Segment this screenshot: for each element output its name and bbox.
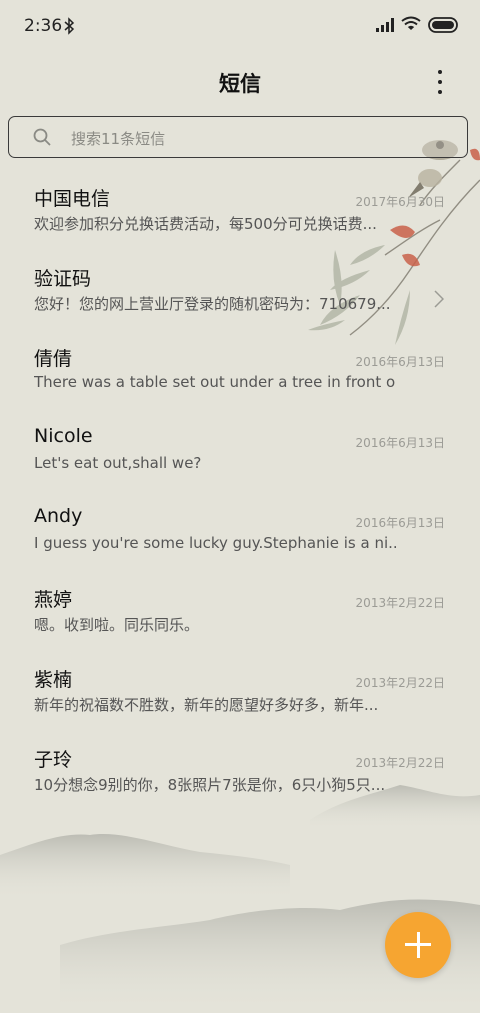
message-sender: 中国电信 (34, 188, 111, 210)
more-vertical-icon-dot (438, 80, 442, 84)
status-time: 2:36 (24, 16, 63, 36)
page-title: 短信 (219, 72, 261, 96)
message-item[interactable]: 紫楠 2013年2月22日 新年的祝福数不胜数，新年的愿望好多好多，新年... (0, 657, 480, 737)
message-preview: 新年的祝福数不胜数，新年的愿望好多好多，新年... (34, 696, 379, 715)
message-date: 2016年6月13日 (355, 515, 445, 530)
chevron-right-icon (434, 290, 444, 308)
message-list: 中国电信 2017年6月30日 欢迎参加积分兑换话费活动，每500分可兑换话费.… (0, 176, 480, 818)
signal-icon (376, 18, 394, 32)
message-sender: 倩倩 (34, 348, 73, 371)
message-sender: Andy (34, 504, 83, 527)
message-sender: 紫楠 (34, 669, 73, 692)
new-message-button[interactable] (385, 912, 451, 978)
message-item[interactable]: Nicole 2016年6月13日 Let's eat out,shall we… (0, 417, 480, 497)
search-placeholder: 搜索11条短信 (71, 130, 166, 148)
wifi-icon (401, 16, 421, 30)
more-options-button[interactable] (428, 68, 452, 96)
message-preview: 嗯。收到啦。同乐同乐。 (34, 615, 200, 634)
message-item[interactable]: 子玲 2013年2月22日 10分想念9别的你，8张照片7张是你，6只小狗5只.… (0, 737, 480, 817)
message-date: 2013年2月22日 (355, 595, 445, 610)
message-date: 2013年2月22日 (355, 676, 445, 691)
message-item[interactable]: 倩倩 2016年6月13日 There was a table set out … (0, 336, 480, 416)
message-preview: I guess you're some lucky guy.Stephanie … (34, 533, 396, 552)
search-icon (33, 128, 51, 146)
message-preview: 您好！您的网上营业厅登录的随机密码为：710679... (34, 295, 391, 314)
message-preview: 欢迎参加积分兑换话费活动，每500分可兑换话费... (34, 215, 377, 233)
status-bar: 2:36 (0, 0, 480, 52)
more-vertical-icon (438, 70, 442, 74)
more-vertical-icon-dot (438, 90, 442, 94)
battery-icon (428, 17, 458, 33)
message-sender: 验证码 (34, 268, 92, 291)
message-sender: 子玲 (34, 749, 73, 772)
message-item[interactable]: 燕婷 2013年2月22日 嗯。收到啦。同乐同乐。 (0, 577, 480, 657)
message-item[interactable]: Andy 2016年6月13日 I guess you're some luck… (0, 497, 480, 577)
message-date: 2017年6月30日 (355, 195, 445, 209)
message-sender: Nicole (34, 424, 93, 447)
message-preview: 10分想念9别的你，8张照片7张是你，6只小狗5只... (34, 776, 386, 795)
message-item[interactable]: 中国电信 2017年6月30日 欢迎参加积分兑换话费活动，每500分可兑换话费.… (0, 176, 480, 256)
message-date: 2013年2月22日 (355, 756, 445, 771)
message-preview: There was a table set out under a tree i… (34, 373, 396, 392)
message-date: 2016年6月13日 (355, 435, 445, 450)
message-date: 2016年6月13日 (355, 355, 445, 370)
title-bar: 短信 (0, 52, 480, 112)
message-sender: 燕婷 (34, 588, 73, 611)
bluetooth-icon (64, 17, 75, 35)
message-item[interactable]: 验证码 您好！您的网上营业厅登录的随机密码为：710679... (0, 256, 480, 336)
search-input[interactable]: 搜索11条短信 (8, 116, 468, 158)
message-preview: Let's eat out,shall we? (34, 453, 202, 472)
plus-icon-vertical (416, 932, 420, 958)
